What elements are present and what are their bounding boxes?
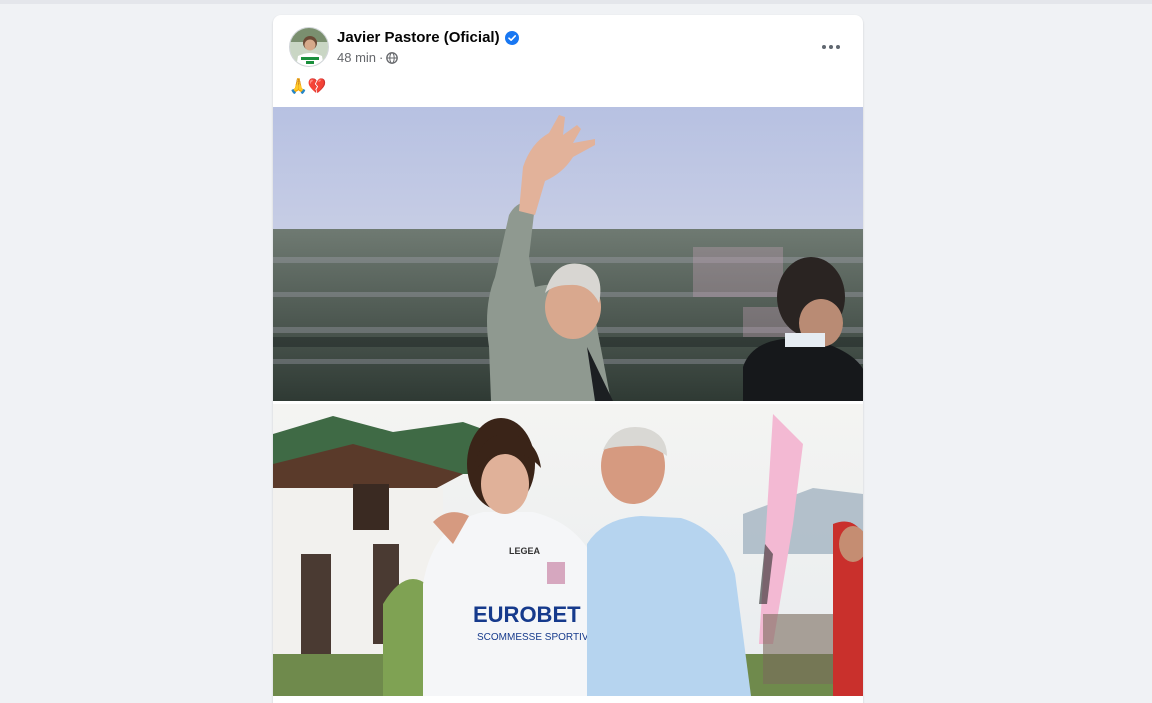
jersey-brand: LEGEA bbox=[509, 546, 541, 556]
jersey-sponsor: EUROBET bbox=[473, 602, 581, 627]
more-options-icon[interactable] bbox=[813, 29, 849, 65]
feed-post: Javier Pastore (Oficial) 48 min · 🙏💔 EUR… bbox=[273, 15, 863, 703]
top-bar-strip bbox=[0, 0, 1152, 4]
stadium-wave-photo[interactable] bbox=[273, 107, 863, 401]
post-header: Javier Pastore (Oficial) 48 min · 🙏💔 bbox=[273, 15, 863, 107]
more-dot bbox=[822, 45, 826, 49]
jersey-subline: SCOMMESSE SPORTIVE bbox=[477, 632, 596, 643]
embrace-jersey-photo[interactable]: EUROBET SCOMMESSE SPORTIVE LEGEA bbox=[273, 404, 863, 696]
post-timestamp[interactable]: 48 min bbox=[337, 50, 376, 66]
post-meta: 48 min · bbox=[337, 50, 399, 66]
verified-badge-icon bbox=[504, 31, 519, 45]
more-dot bbox=[829, 45, 833, 49]
post-text: 🙏💔 bbox=[289, 78, 327, 95]
meta-separator: · bbox=[379, 50, 384, 65]
author-name[interactable]: Javier Pastore (Oficial) bbox=[337, 28, 500, 48]
globe-icon[interactable] bbox=[386, 52, 399, 64]
author-avatar[interactable] bbox=[289, 27, 329, 67]
more-dot bbox=[836, 45, 840, 49]
author-row: Javier Pastore (Oficial) bbox=[337, 28, 519, 48]
